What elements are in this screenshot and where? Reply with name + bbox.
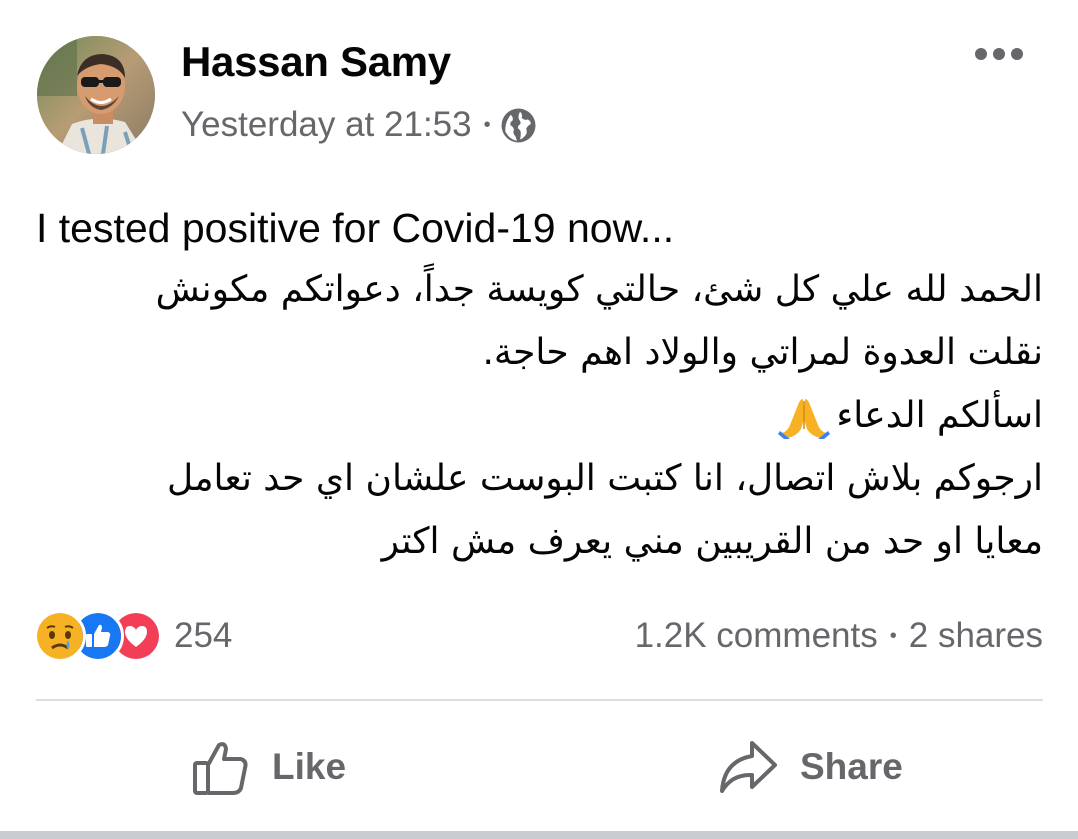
author-name[interactable]: Hassan Samy (181, 38, 451, 86)
post-text: I tested positive for Covid-19 now... ال… (36, 198, 1043, 573)
post-timestamp[interactable]: Yesterday at 21:53 (181, 105, 472, 145)
thumbs-up-icon (193, 742, 248, 795)
more-dot (975, 48, 987, 60)
more-dot (1011, 48, 1023, 60)
like-button[interactable]: Like (192, 730, 346, 804)
more-options-icon[interactable] (968, 36, 1030, 72)
meta-separator: • (483, 114, 491, 136)
post-line-english: I tested positive for Covid-19 now... (36, 205, 675, 251)
globe-icon[interactable] (500, 107, 537, 144)
more-dot (993, 48, 1005, 60)
avatar-photo (37, 36, 155, 154)
post-meta: Yesterday at 21:53 • (181, 104, 537, 146)
feed-separator (0, 831, 1078, 839)
like-label: Like (272, 746, 347, 787)
post-stats: 1.2K comments • 2 shares (635, 612, 1043, 660)
share-label: Share (800, 746, 903, 787)
post-line-arabic: معايا او حد من القريبين مني يعرف مش اكتر (381, 521, 1043, 562)
reaction-count: 254 (174, 616, 233, 655)
post-line-arabic: نقلت العدوة لمراتي والولاد اهم حاجة. (482, 332, 1043, 373)
reactions-summary[interactable]: 254 (34, 610, 233, 662)
post-line-arabic: ارجوكم بلاش اتصال، انا كتبت البوست علشان… (166, 458, 1043, 499)
stats-separator: • (889, 624, 897, 647)
divider (36, 699, 1043, 701)
post-card: Hassan Samy Yesterday at 21:53 • I teste… (0, 0, 1078, 831)
share-button[interactable]: Share (718, 730, 903, 804)
author-avatar[interactable] (37, 36, 155, 154)
post-line-arabic: الحمد لله علي كل شئ، حالتي كويسة جداً، د… (155, 269, 1043, 310)
comments-count[interactable]: 1.2K comments (635, 616, 878, 656)
post-line-arabic-with-emoji: اسألكم الدعاء (36, 384, 1043, 447)
post-line-arabic-text: اسألكم الدعاء (836, 395, 1043, 436)
sad-reaction-icon (34, 610, 86, 662)
shares-count[interactable]: 2 shares (909, 616, 1043, 656)
folded-hands-icon (778, 399, 831, 439)
share-arrow-icon (720, 741, 777, 793)
